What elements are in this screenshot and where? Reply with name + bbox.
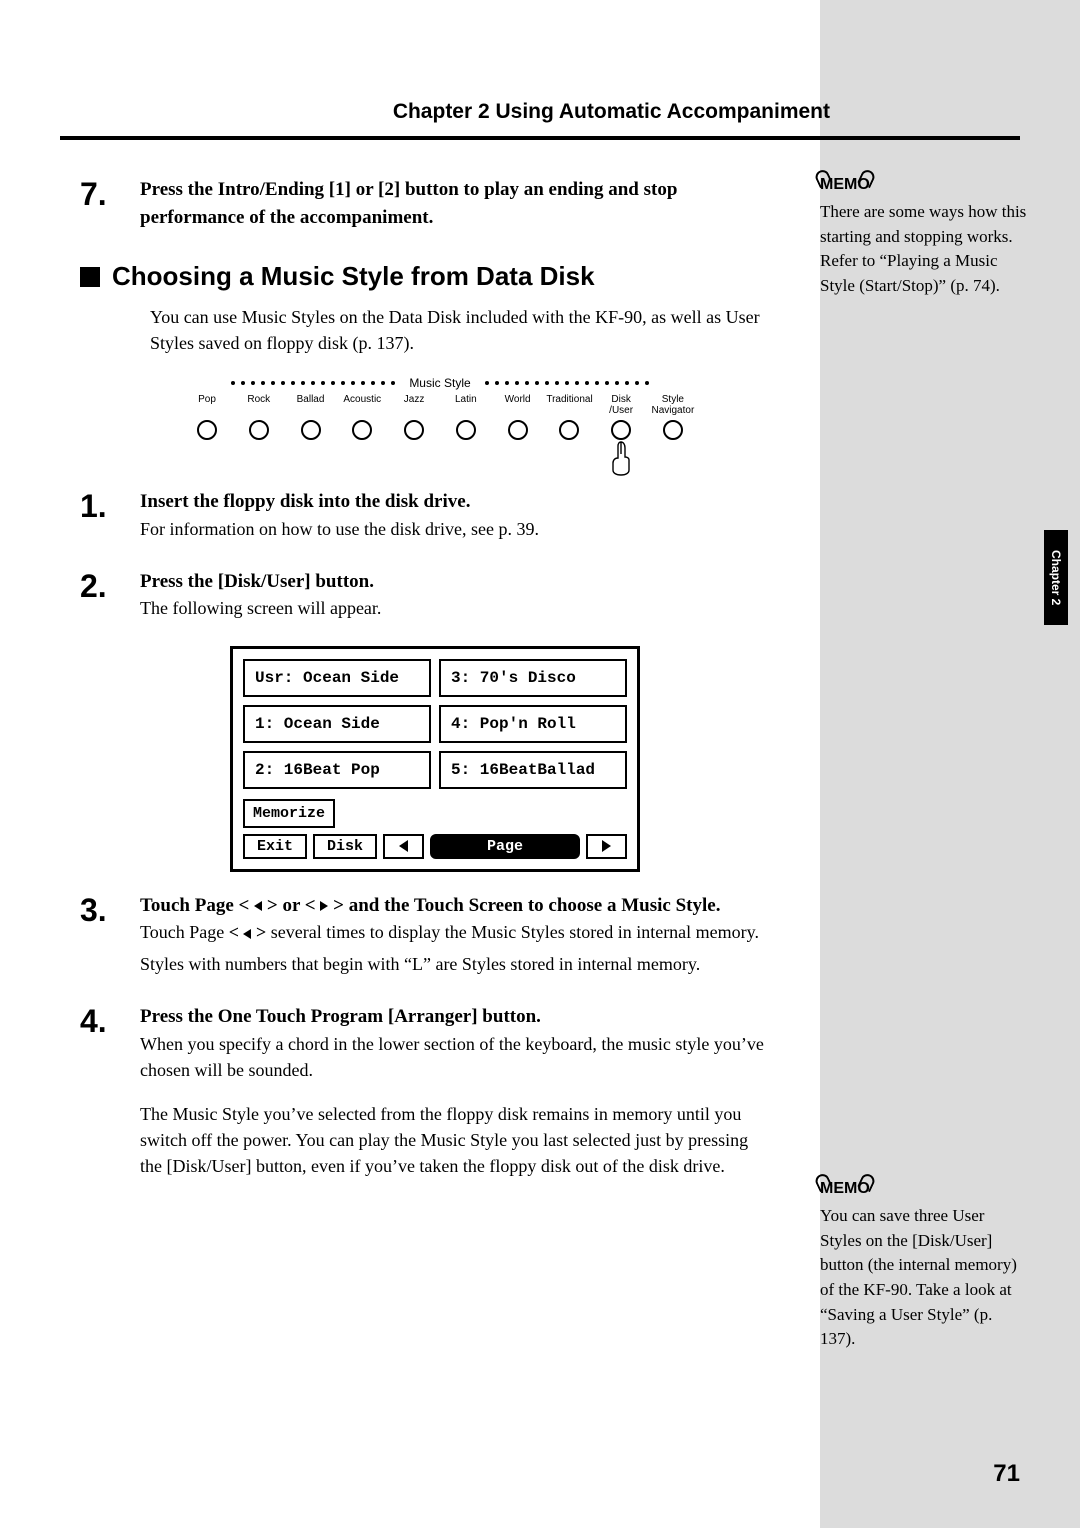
panel-label-rock: Rock <box>236 394 282 416</box>
panel-btn-pop[interactable] <box>197 420 217 440</box>
chapter-title: Chapter 2 Using Automatic Accompaniment <box>60 100 1020 124</box>
step-3: 3. Touch Page < > or < > and the Touch S… <box>80 892 770 984</box>
screen-cell-16beat-ballad[interactable]: 5: 16BeatBallad <box>439 751 627 789</box>
step-3-title: Touch Page < > or < > and the Touch Scre… <box>140 892 770 920</box>
triangle-right-icon <box>602 840 611 852</box>
step-1-title: Insert the floppy disk into the disk dri… <box>140 488 770 516</box>
music-style-panel: Music Style Pop Rock Ballad Acoustic Jaz… <box>180 376 700 440</box>
header-rule <box>60 136 1020 140</box>
panel-buttons-row <box>180 420 700 440</box>
panel-btn-jazz[interactable] <box>404 420 424 440</box>
panel-label-disk-user: Disk /User <box>598 394 644 416</box>
panel-label-jazz: Jazz <box>391 394 437 416</box>
panel-label-pop: Pop <box>184 394 230 416</box>
memo-icon: MEMO <box>820 176 870 194</box>
memo-2-text: You can save three User Styles on the [D… <box>820 1204 1030 1352</box>
section-heading: Choosing a Music Style from Data Disk <box>80 261 770 292</box>
section-title: Choosing a Music Style from Data Disk <box>112 261 595 292</box>
panel-label-acoustic: Acoustic <box>339 394 385 416</box>
step-4-body2: The Music Style you’ve selected from the… <box>140 1101 770 1179</box>
screen-cell-1-ocean-side[interactable]: 1: Ocean Side <box>243 705 431 743</box>
page-number: 71 <box>993 1460 1020 1488</box>
panel-label-traditional: Traditional <box>546 394 592 416</box>
panel-label-style-navigator: Style Navigator <box>650 394 696 416</box>
step-1-number: 1. <box>80 488 140 548</box>
step-3-number: 3. <box>80 892 140 984</box>
memo-1-text: There are some ways how this starting an… <box>820 200 1030 299</box>
panel-btn-rock[interactable] <box>249 420 269 440</box>
step-3-body1: Touch Page < > several times to display … <box>140 919 770 945</box>
step-1: 1. Insert the floppy disk into the disk … <box>80 488 770 548</box>
panel-btn-disk-user[interactable] <box>611 420 631 440</box>
step-7-text: Press the Intro/Ending [1] or [2] button… <box>140 176 770 231</box>
step-2-body: The following screen will appear. <box>140 595 770 621</box>
chapter-side-tab: Chapter 2 <box>1044 530 1068 625</box>
panel-label-latin: Latin <box>443 394 489 416</box>
lcd-screen: Usr: Ocean Side 3: 70's Disco 1: Ocean S… <box>230 646 640 872</box>
screen-page-next-button[interactable] <box>586 834 627 859</box>
step-7-number: 7. <box>80 176 140 231</box>
panel-btn-style-navigator[interactable] <box>663 420 683 440</box>
step-4-title: Press the One Touch Program [Arranger] b… <box>140 1003 770 1031</box>
section-intro: You can use Music Styles on the Data Dis… <box>150 304 770 356</box>
memo-2: MEMO You can save three User Styles on t… <box>820 1180 1030 1352</box>
screen-page-prev-button[interactable] <box>383 834 424 859</box>
screen-disk-button[interactable]: Disk <box>313 834 377 859</box>
panel-btn-traditional[interactable] <box>559 420 579 440</box>
triangle-left-icon <box>254 901 262 911</box>
panel-btn-world[interactable] <box>508 420 528 440</box>
panel-btn-latin[interactable] <box>456 420 476 440</box>
step-7: 7. Press the Intro/Ending [1] or [2] but… <box>80 176 770 231</box>
panel-dots-row: Music Style <box>180 376 700 390</box>
screen-exit-button[interactable]: Exit <box>243 834 307 859</box>
triangle-left-icon <box>399 840 408 852</box>
panel-label-world: World <box>495 394 541 416</box>
step-4: 4. Press the One Touch Program [Arranger… <box>80 1003 770 1185</box>
step-2: 2. Press the [Disk/User] button. The fol… <box>80 568 770 628</box>
panel-center-label: Music Style <box>409 376 470 390</box>
step-3-body2: Styles with numbers that begin with “L” … <box>140 951 770 977</box>
step-2-number: 2. <box>80 568 140 628</box>
step-4-body1: When you specify a chord in the lower se… <box>140 1031 770 1083</box>
step-4-number: 4. <box>80 1003 140 1185</box>
screen-page-label: Page <box>430 834 580 859</box>
screen-cell-usr-ocean-side[interactable]: Usr: Ocean Side <box>243 659 431 697</box>
screen-cell-16beat-pop[interactable]: 2: 16Beat Pop <box>243 751 431 789</box>
pointing-hand-icon <box>607 440 635 476</box>
panel-btn-ballad[interactable] <box>301 420 321 440</box>
panel-label-ballad: Ballad <box>288 394 334 416</box>
step-2-title: Press the [Disk/User] button. <box>140 568 770 596</box>
memo-1: MEMO There are some ways how this starti… <box>820 176 1030 299</box>
screen-memorize-button[interactable]: Memorize <box>243 799 335 828</box>
panel-labels: Pop Rock Ballad Acoustic Jazz Latin Worl… <box>180 394 700 416</box>
memo-icon: MEMO <box>820 1180 870 1198</box>
step-1-body: For information on how to use the disk d… <box>140 516 770 542</box>
screen-cell-70s-disco[interactable]: 3: 70's Disco <box>439 659 627 697</box>
screen-cell-popn-roll[interactable]: 4: Pop'n Roll <box>439 705 627 743</box>
panel-btn-acoustic[interactable] <box>352 420 372 440</box>
page-header: Chapter 2 Using Automatic Accompaniment <box>60 100 1020 140</box>
